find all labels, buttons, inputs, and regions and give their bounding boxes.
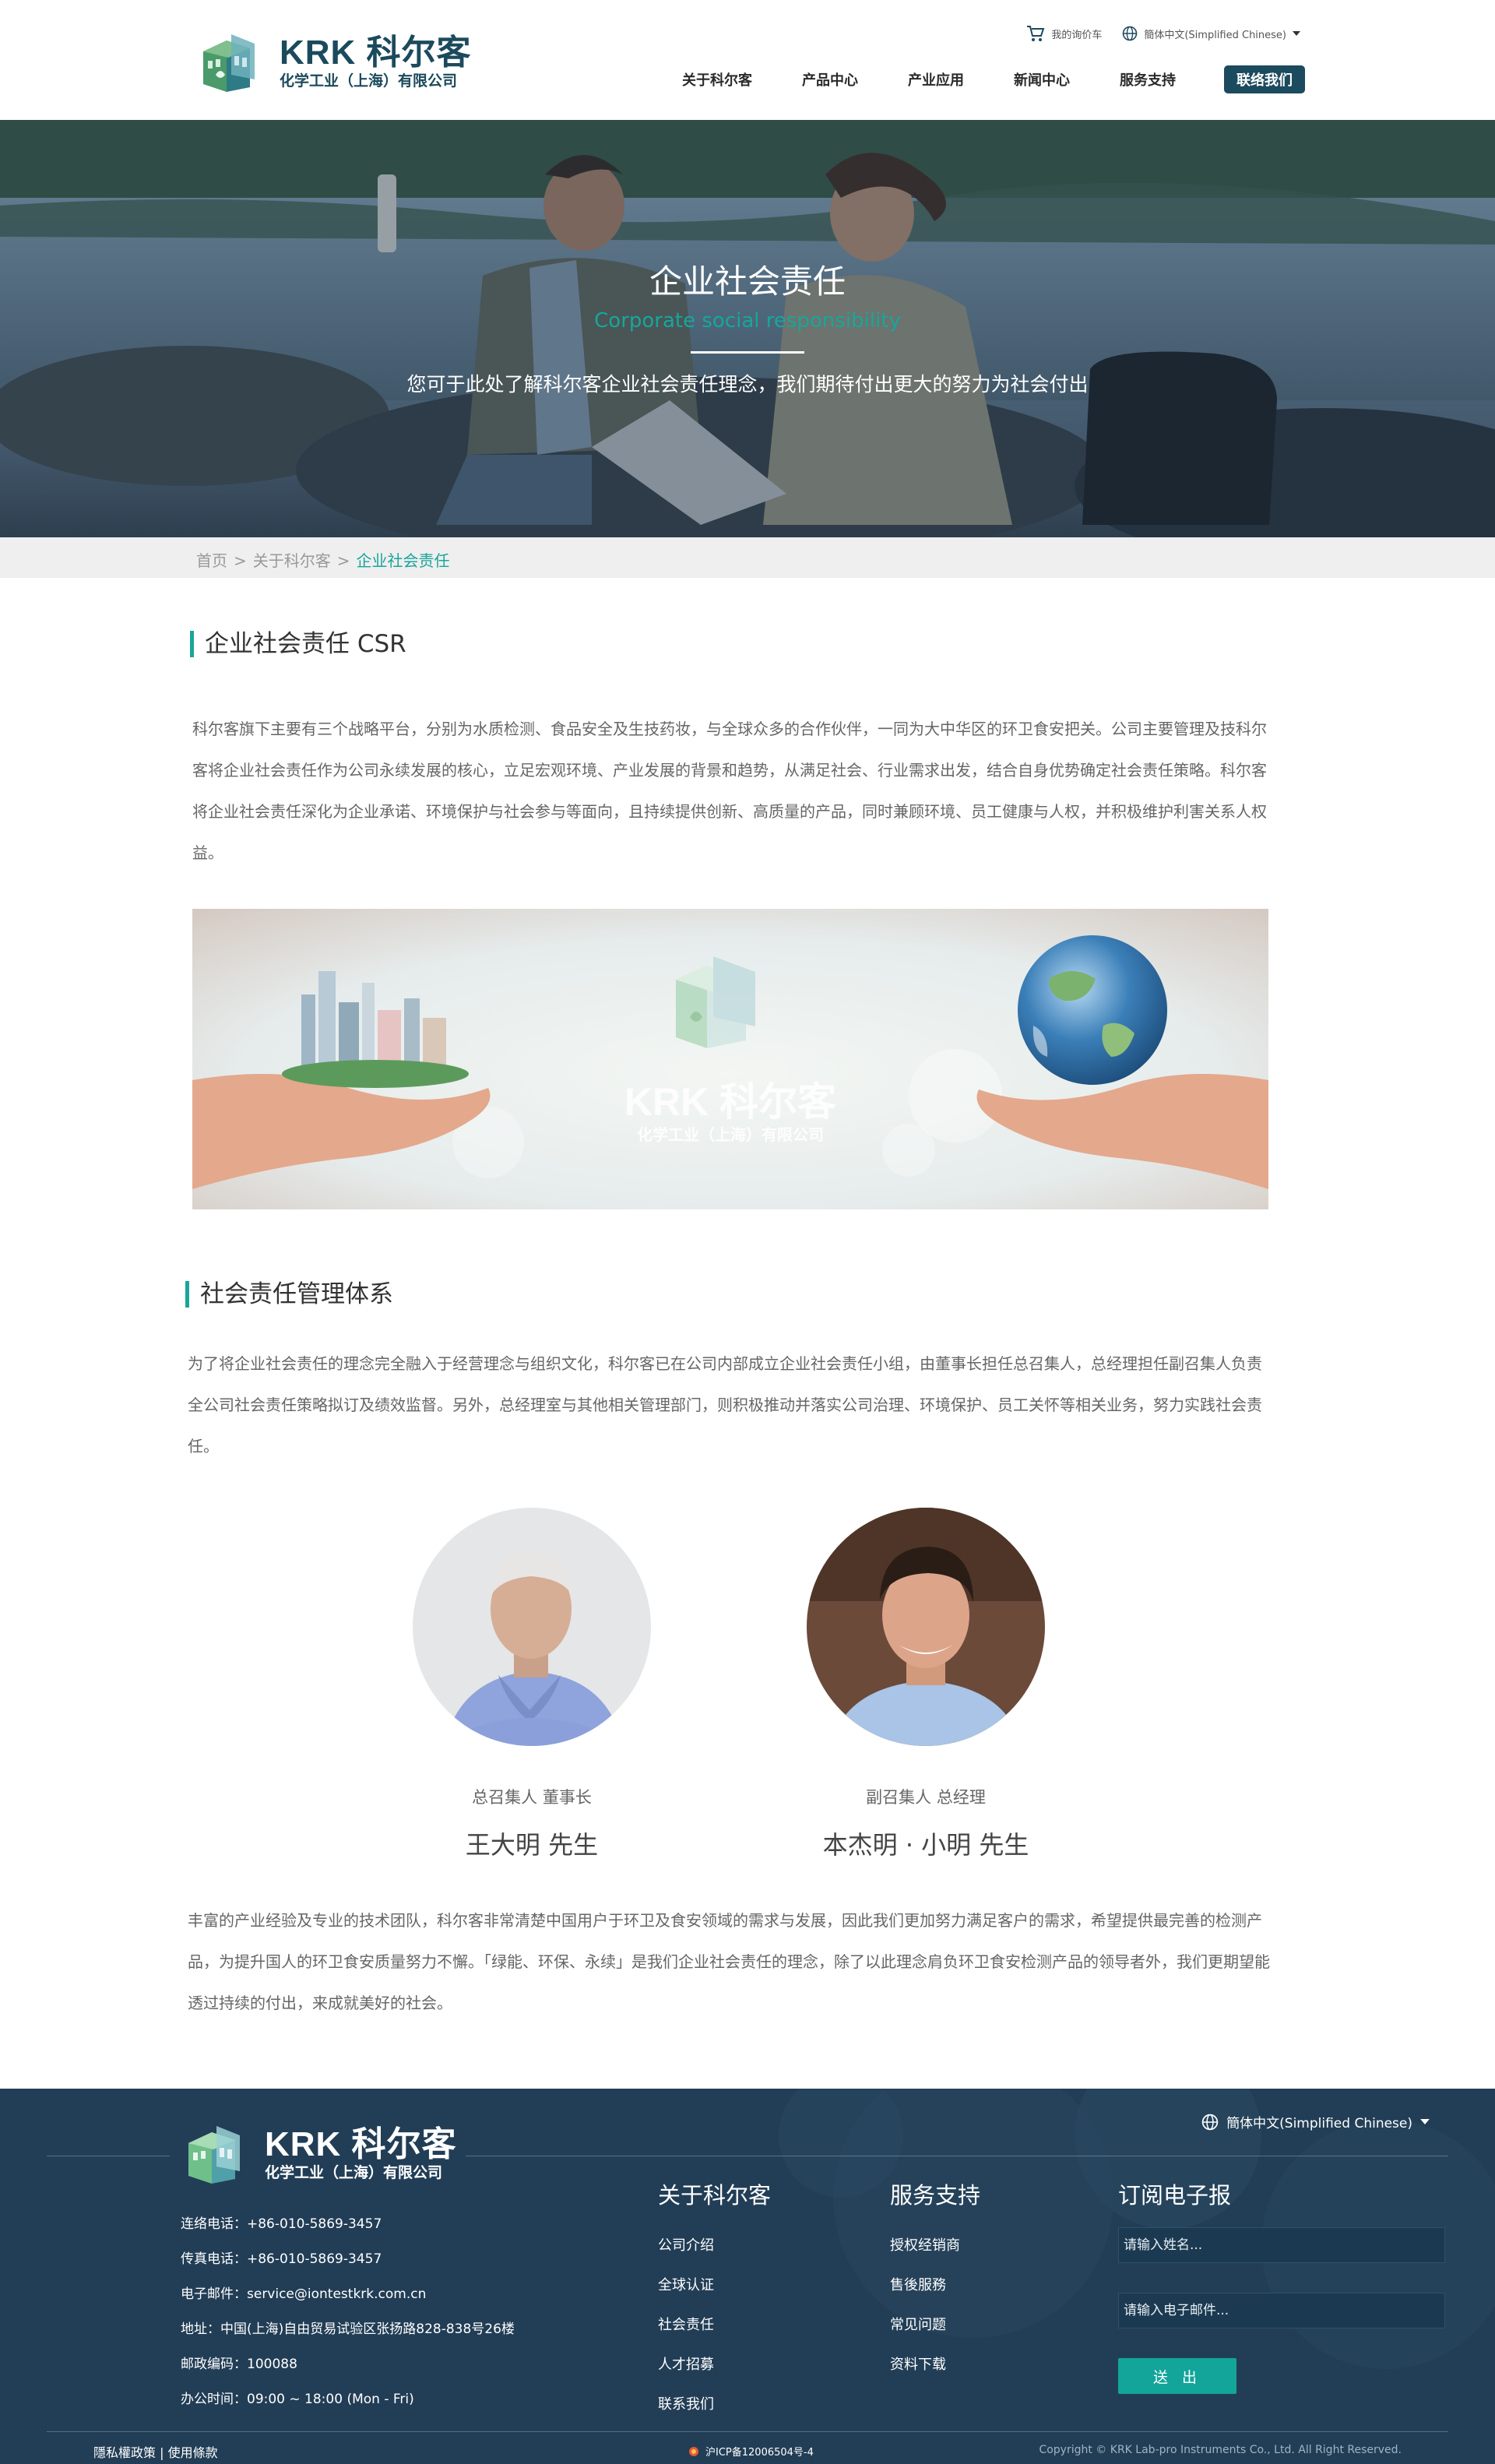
banner-brand: KRK 科尔客 — [624, 1080, 836, 1124]
utility-bar: 我的询价车 簡体中文(Simplified Chinese) — [1026, 25, 1300, 42]
csr-paragraph: 科尔客旗下主要有三个战略平台，分别为水质检测、食品安全及生技药妆，与全球众多的合… — [192, 720, 1267, 862]
footer-postcode: 邮政编码：100088 — [181, 2357, 297, 2372]
management-paragraph: 为了将企业社会责任的理念完全融入于经营理念与组织文化，科尔客已在公司内部成立企业… — [188, 1354, 1262, 1456]
footer-email[interactable]: 电子邮件：service@iontestkrk.com.cn — [181, 2277, 515, 2312]
nav-news[interactable]: 新闻中心 — [1014, 69, 1070, 90]
general-manager-name: 本杰明 · 小明 先生 — [822, 1830, 1029, 1860]
footer-link-careers[interactable]: 人才招募 — [658, 2345, 771, 2385]
police-badge-icon — [689, 2446, 698, 2456]
footer-address: 地址：中国(上海)自由贸易试验区张扬路828-838号26楼 — [181, 2321, 515, 2337]
footer-language-label: 簡体中文(Simplified Chinese) — [1226, 2116, 1412, 2131]
footer-logo-brand: KRK 科尔客 — [265, 2125, 457, 2163]
footer-about-title: 关于科尔客 — [658, 2182, 772, 2209]
footer-service-column: 服务支持 授权经销商 售後服務 常见问题 资料下载 — [890, 2177, 980, 2385]
globe-icon — [1123, 26, 1138, 41]
footer-logo-company: 化学工业（上海）有限公司 — [265, 2164, 443, 2181]
footer-service-title: 服务支持 — [890, 2182, 981, 2209]
icp-record[interactable]: 沪ICP备12006504号-4 — [688, 2444, 814, 2459]
nav-support[interactable]: 服务支持 — [1120, 69, 1176, 90]
newsletter-email-input[interactable] — [1118, 2293, 1445, 2328]
language-selector[interactable]: 簡体中文(Simplified Chinese) — [1122, 26, 1300, 41]
csr-heading: 企业社会责任 CSR — [190, 631, 406, 657]
footer-newsletter-title: 订阅电子报 — [1118, 2182, 1232, 2209]
contact-us-button[interactable]: 联络我们 — [1224, 65, 1305, 93]
hero-subtitle-en: Corporate social responsibility — [594, 309, 901, 333]
breadcrumb-current: 企业社会责任 — [356, 551, 450, 570]
hero-description: 您可于此处了解科尔客企业社会责任理念，我们期待付出更大的努力为社会付出 — [406, 373, 1089, 396]
chairman-photo — [413, 1508, 651, 1746]
icp-number: 沪ICP备12006504号-4 — [705, 2447, 814, 2459]
footer-link-certification[interactable]: 全球认证 — [658, 2265, 771, 2305]
cart-icon — [1027, 26, 1045, 41]
general-manager-photo — [807, 1508, 1045, 1746]
nav-about[interactable]: 关于科尔客 — [682, 69, 752, 90]
language-label: 簡体中文(Simplified Chinese) — [1144, 29, 1286, 41]
breadcrumb-separator: > — [234, 551, 247, 570]
banner-company: 化学工业（上海）有限公司 — [637, 1125, 824, 1144]
footer-logo[interactable]: KRK 科尔客 化学工业（上海）有限公司 — [170, 2115, 466, 2193]
footer-newsletter-column: 订阅电子报 送 出 — [1118, 2177, 1445, 2394]
person-card-chairman: 总召集人 董事长 王大明 先生 — [411, 1508, 653, 1861]
footer-link-after-sales[interactable]: 售後服務 — [890, 2265, 980, 2305]
logo-mark-icon — [203, 34, 255, 92]
hero-divider — [691, 351, 804, 354]
breadcrumb: 首页 > 关于科尔客 > 企业社会责任 — [196, 548, 450, 571]
breadcrumb-about[interactable]: 关于科尔客 — [253, 551, 331, 570]
footer-hours: 办公时间：09:00 ~ 18:00 (Mon - Fri) — [181, 2392, 414, 2407]
footer-link-company-intro[interactable]: 公司介绍 — [658, 2226, 771, 2265]
footer-language-selector[interactable]: 簡体中文(Simplified Chinese) — [1201, 2112, 1430, 2131]
site-header: KRK 科尔客 化学工业（上海）有限公司 我的询价车 簡体中文(Simplifi… — [0, 0, 1495, 120]
chairman-name: 王大明 先生 — [465, 1830, 599, 1860]
breadcrumb-home[interactable]: 首页 — [196, 551, 227, 570]
chevron-down-icon — [1420, 2119, 1430, 2124]
footer-phone: 连络电话：+86-010-5869-3457 — [181, 2216, 382, 2232]
site-logo[interactable]: KRK 科尔客 化学工业（上海）有限公司 — [192, 25, 473, 100]
hero-title: 企业社会责任 — [649, 262, 846, 301]
footer-bottom-bar: 隱私權政策 | 使用條款 沪ICP备12006504号-4 Copyright … — [0, 2436, 1495, 2464]
main-nav: 关于科尔客 产品中心 产业应用 新闻中心 服务支持 联络我们 — [632, 65, 1305, 93]
footer-link-faq[interactable]: 常见问题 — [890, 2305, 980, 2345]
privacy-terms-links[interactable]: 隱私權政策 | 使用條款 — [93, 2442, 218, 2461]
copyright: Copyright © KRK Lab-pro Instruments Co.,… — [1039, 2444, 1402, 2456]
management-heading: 社会责任管理体系 — [185, 1281, 393, 1308]
breadcrumb-separator: > — [336, 551, 350, 570]
footer-about-column: 关于科尔客 公司介绍 全球认证 社会责任 人才招募 联系我们 — [658, 2177, 771, 2424]
csr-banner-image: KRK 科尔客 化学工业（上海）有限公司 — [192, 909, 1268, 1209]
footer-contact-info: 连络电话：+86-010-5869-3457 传真电话：+86-010-5869… — [181, 2207, 515, 2417]
hero-banner: 企业社会责任 Corporate social responsibility 您… — [0, 120, 1495, 537]
person-card-general-manager: 副召集人 总经理 本杰明 · 小明 先生 — [805, 1508, 1046, 1861]
footer-link-social-responsibility[interactable]: 社会责任 — [658, 2305, 771, 2345]
logo-brand: KRK 科尔客 — [280, 33, 472, 72]
general-manager-role: 副召集人 总经理 — [866, 1788, 986, 1807]
newsletter-send-button[interactable]: 送 出 — [1118, 2358, 1236, 2394]
footer-logo-mark-icon — [188, 2126, 240, 2184]
chevron-down-icon — [1293, 31, 1300, 36]
footer-fax: 传真电话：+86-010-5869-3457 — [181, 2251, 382, 2267]
footer-link-contact[interactable]: 联系我们 — [658, 2385, 771, 2424]
closing-paragraph: 丰富的产业经验及专业的技术团队，科尔客非常清楚中国用户于环卫及食安领域的需求与发… — [188, 1911, 1270, 2012]
footer-link-distributors[interactable]: 授权经销商 — [890, 2226, 980, 2265]
inquiry-cart-label: 我的询价车 — [1051, 29, 1103, 41]
footer-link-downloads[interactable]: 资料下载 — [890, 2345, 980, 2385]
banner-illustration: KRK 科尔客 化学工业（上海）有限公司 — [192, 909, 1268, 1209]
newsletter-name-input[interactable] — [1118, 2227, 1445, 2263]
globe-icon — [1201, 2114, 1219, 2130]
footer-bottom-divider — [47, 2431, 1448, 2432]
breadcrumb-bar: 首页 > 关于科尔客 > 企业社会责任 — [0, 537, 1495, 578]
site-footer: KRK 科尔客 化学工业（上海）有限公司 簡体中文(Simplified Chi… — [0, 2089, 1495, 2464]
inquiry-cart-link[interactable]: 我的询价车 — [1026, 25, 1102, 42]
chairman-role: 总召集人 董事长 — [472, 1788, 592, 1807]
logo-company: 化学工业（上海）有限公司 — [280, 72, 458, 90]
nav-applications[interactable]: 产业应用 — [908, 69, 964, 90]
nav-products[interactable]: 产品中心 — [802, 69, 858, 90]
